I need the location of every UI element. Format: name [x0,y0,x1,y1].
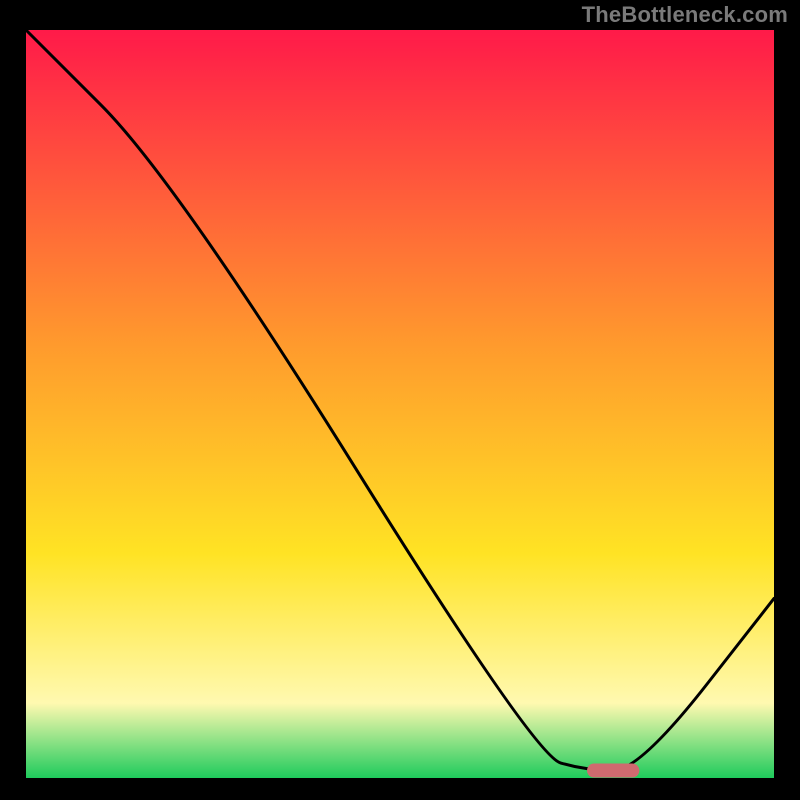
plot-area [26,30,774,778]
optimal-range-marker [587,764,639,778]
chart-frame: TheBottleneck.com [0,0,800,800]
watermark-text: TheBottleneck.com [582,2,788,28]
bottleneck-chart [0,0,800,800]
